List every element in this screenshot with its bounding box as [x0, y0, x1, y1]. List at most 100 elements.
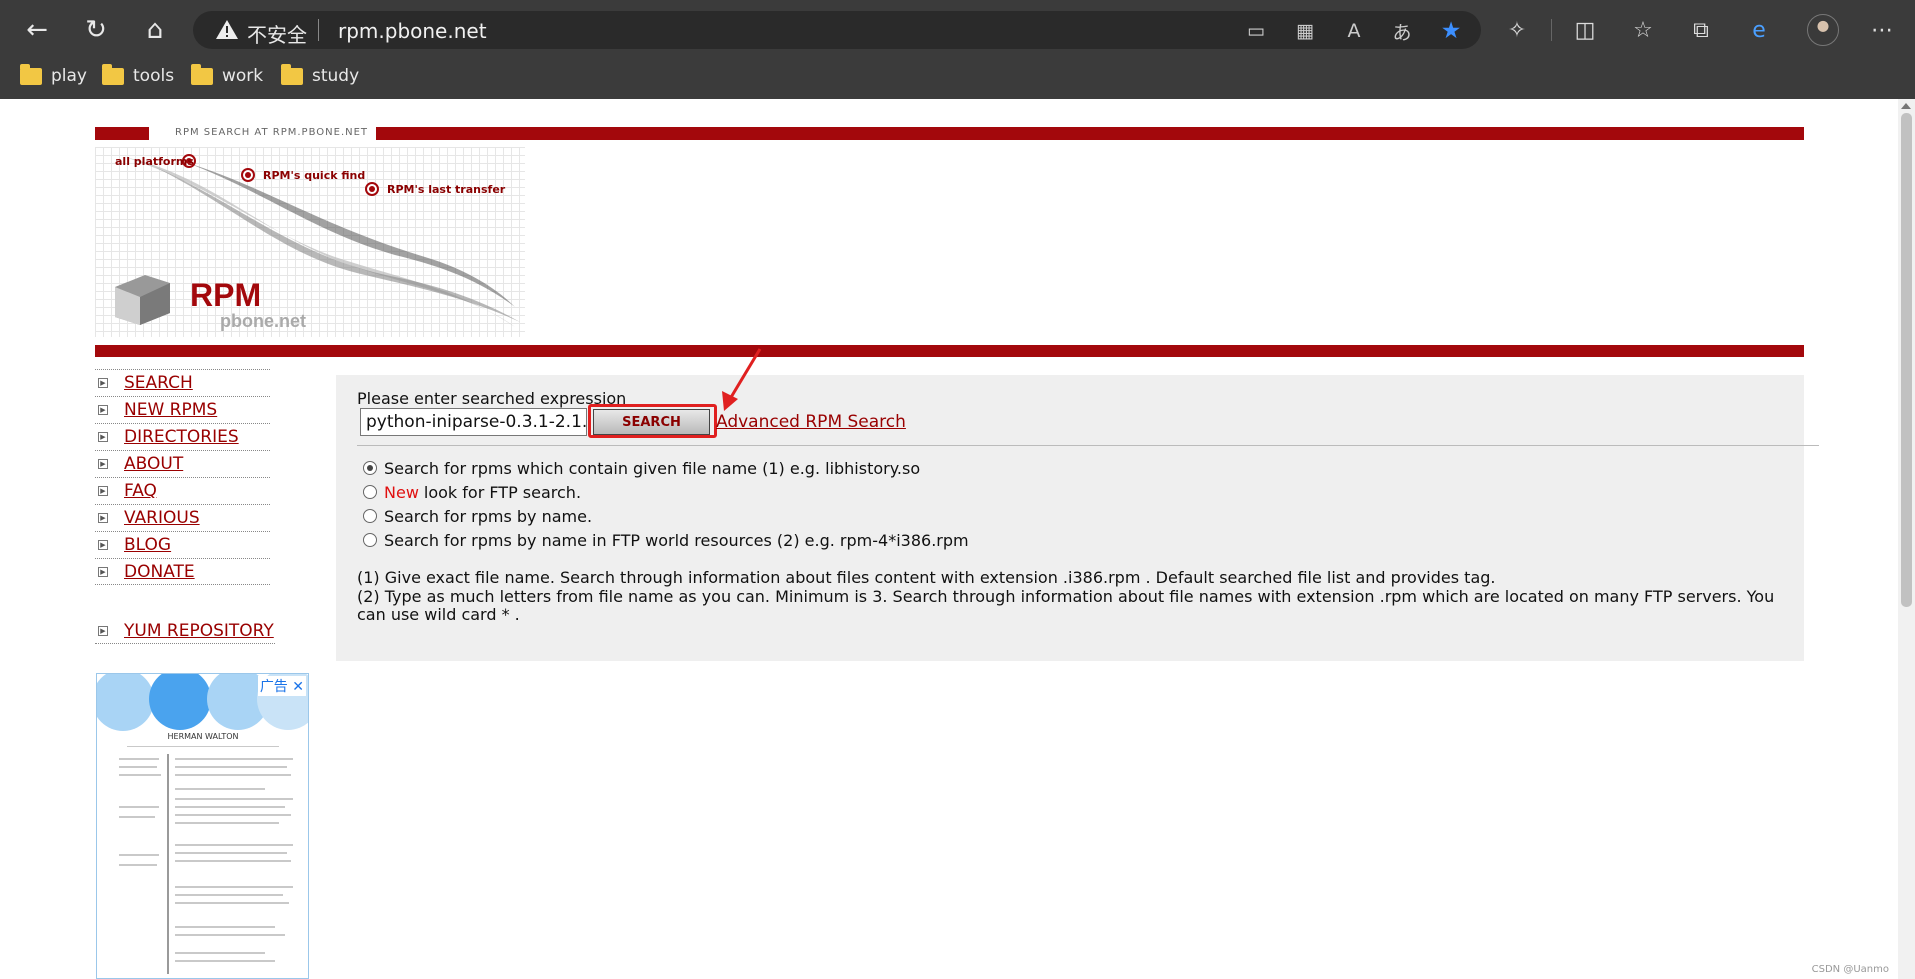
resume-line [175, 774, 291, 776]
resume-line [119, 806, 159, 808]
bullet-icon: ▶ [98, 513, 108, 523]
divider [357, 445, 1819, 446]
favorites-icon[interactable]: ☆ [1626, 13, 1660, 47]
bookmark-folder-study[interactable]: study [281, 63, 359, 89]
folder-icon [191, 63, 213, 85]
search-prompt: Please enter searched expression [357, 389, 627, 408]
sidebar-link[interactable]: SEARCH [124, 373, 193, 393]
option-label: Search for rpms by name. [384, 507, 593, 526]
sidebar-item-new-rpms[interactable]: ▶ NEW RPMS [95, 396, 270, 423]
bookmark-folder-work[interactable]: work [191, 63, 263, 89]
resume-line [175, 822, 279, 824]
radio-button[interactable] [363, 460, 377, 475]
scroll-up-icon[interactable] [1901, 103, 1911, 109]
banner-label-all-platforms[interactable]: all platforms [115, 155, 194, 168]
ad-decor [149, 674, 211, 730]
split-screen-icon[interactable]: ◫ [1568, 13, 1602, 47]
option-label: look for FTP search. [423, 483, 582, 502]
profile-avatar[interactable] [1807, 14, 1839, 46]
resume-line [175, 860, 291, 862]
option-ftp-search[interactable]: New look for FTP search. [363, 483, 581, 502]
option-by-name[interactable]: Search for rpms by name. [363, 507, 592, 526]
radio-button[interactable] [363, 532, 377, 547]
header-bar-left [95, 127, 149, 140]
apps-icon[interactable]: ▦ [1292, 18, 1318, 44]
annotation-highlight-box [588, 404, 717, 438]
cast-icon[interactable]: ▭ [1243, 18, 1269, 44]
bookmark-folder-tools[interactable]: tools [102, 63, 174, 89]
back-icon[interactable]: ← [17, 11, 57, 49]
vertical-scrollbar[interactable] [1898, 99, 1915, 979]
option-file-name[interactable]: Search for rpms which contain given file… [363, 459, 920, 478]
sidebar-link[interactable]: ABOUT [124, 454, 183, 474]
bullet-icon: ▶ [98, 625, 108, 636]
advertisement[interactable]: 广告 ✕ HERMAN WALTON [96, 673, 309, 979]
sidebar-link[interactable]: DONATE [124, 562, 195, 582]
resume-line [175, 766, 287, 768]
translate-icon[interactable]: あ [1389, 18, 1415, 44]
sidebar-item-about[interactable]: ▶ ABOUT [95, 450, 270, 477]
address-bar[interactable]: 不安全 rpm.pbone.net ▭ ▦ A あ ★ [193, 11, 1481, 49]
banner-label-quick-find[interactable]: RPM's quick find [263, 169, 365, 182]
divider [1551, 19, 1552, 41]
close-icon[interactable]: ✕ [292, 679, 304, 695]
banner-label-last-transfer[interactable]: RPM's last transfer [387, 183, 505, 196]
reload-icon[interactable]: ↻ [76, 11, 116, 49]
sidebar-item-yum-repository[interactable]: ▶ YUM REPOSITORY [95, 618, 275, 644]
ad-resume-preview: HERMAN WALTON [107, 726, 299, 978]
logo-subtext: pbone.net [220, 311, 306, 331]
sidebar-link[interactable]: BLOG [124, 535, 171, 555]
bullet-icon: ▶ [98, 459, 108, 469]
browser-chrome: ← ↻ ⌂ 不安全 rpm.pbone.net ▭ ▦ A あ ★ ✧ ◫ ☆ … [0, 0, 1915, 99]
ie-mode-icon[interactable]: e [1742, 13, 1776, 47]
sidebar-item-blog[interactable]: ▶ BLOG [95, 531, 270, 558]
sidebar-link[interactable]: DIRECTORIES [124, 427, 239, 447]
sidebar-item-donate[interactable]: ▶ DONATE [95, 558, 270, 585]
sidebar-link[interactable]: VARIOUS [124, 508, 200, 528]
bookmark-label: study [312, 66, 360, 86]
resume-line [119, 758, 159, 760]
bookmark-label: play [51, 66, 87, 86]
search-input[interactable]: python-iniparse-0.3.1-2.1.el6.noarch.rpm [360, 408, 587, 436]
radio-button[interactable] [363, 508, 377, 523]
advanced-search-link[interactable]: Advanced RPM Search [716, 412, 906, 432]
extensions-icon[interactable]: ✧ [1500, 13, 1534, 47]
sidebar-item-various[interactable]: ▶ VARIOUS [95, 504, 270, 531]
sidebar-link[interactable]: NEW RPMS [124, 400, 217, 420]
home-icon[interactable]: ⌂ [135, 11, 175, 49]
resume-line [175, 844, 293, 846]
more-menu-icon[interactable]: ⋯ [1865, 13, 1899, 47]
resume-name: HERMAN WALTON [167, 732, 239, 741]
sidebar-item-search[interactable]: ▶ SEARCH [95, 369, 270, 396]
favorite-star-icon[interactable]: ★ [1438, 18, 1464, 44]
ad-label[interactable]: 广告 ✕ [257, 676, 306, 696]
sidebar-link[interactable]: YUM REPOSITORY [124, 621, 274, 641]
collections-icon[interactable]: ⧉ [1684, 13, 1718, 47]
bookmark-label: tools [133, 66, 175, 86]
bookmarks-bar: play tools work study [0, 60, 1915, 90]
bullet-icon: ▶ [98, 540, 108, 550]
banner-divider-bar [95, 345, 1804, 357]
sidebar-item-faq[interactable]: ▶ FAQ [95, 477, 270, 504]
warning-icon [216, 20, 238, 39]
logo-text: RPM [190, 277, 262, 313]
ad-decor [97, 674, 154, 731]
new-badge: New [384, 483, 419, 502]
security-label: 不安全 [247, 23, 307, 47]
scrollbar-thumb[interactable] [1901, 113, 1912, 607]
bullet-icon: ▶ [98, 566, 108, 577]
folder-icon [102, 63, 124, 85]
radio-button[interactable] [363, 484, 377, 499]
folder-icon [20, 63, 42, 85]
resume-line [127, 746, 279, 747]
resume-line [119, 854, 159, 856]
sidebar-link[interactable]: FAQ [124, 481, 157, 501]
resume-line [167, 754, 169, 974]
read-aloud-icon[interactable]: A [1341, 18, 1367, 44]
resume-line [175, 758, 293, 760]
sidebar-item-directories[interactable]: ▶ DIRECTORIES [95, 423, 270, 450]
bookmark-folder-play[interactable]: play [20, 63, 87, 89]
option-ftp-world[interactable]: Search for rpms by name in FTP world res… [363, 531, 969, 550]
bookmark-label: work [222, 66, 264, 86]
option-label: Search for rpms by name in FTP world res… [384, 531, 969, 550]
